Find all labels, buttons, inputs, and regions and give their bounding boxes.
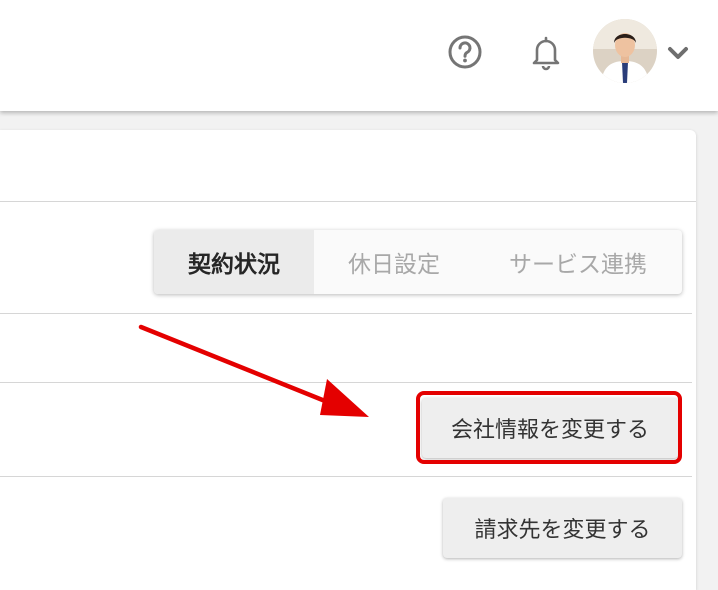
bell-icon[interactable] (527, 33, 565, 71)
divider (0, 476, 692, 477)
tab-service-integration[interactable]: サービス連携 (474, 230, 682, 294)
top-bar (0, 0, 718, 111)
tab-contract-status[interactable]: 契約状況 (154, 230, 314, 294)
settings-card: 契約状況 休日設定 サービス連携 会社情報を変更する 請求先を変更する (0, 130, 696, 590)
avatar-image (593, 19, 657, 83)
divider (0, 201, 696, 202)
divider (0, 313, 692, 314)
help-icon[interactable] (446, 33, 484, 71)
annotation-highlight-box (416, 391, 682, 464)
tab-group: 契約状況 休日設定 サービス連携 (154, 230, 682, 294)
tab-holiday-settings[interactable]: 休日設定 (314, 230, 474, 294)
avatar[interactable] (593, 19, 657, 83)
change-billing-address-button[interactable]: 請求先を変更する (443, 498, 682, 558)
chevron-down-icon[interactable] (666, 44, 690, 62)
divider (0, 382, 692, 383)
